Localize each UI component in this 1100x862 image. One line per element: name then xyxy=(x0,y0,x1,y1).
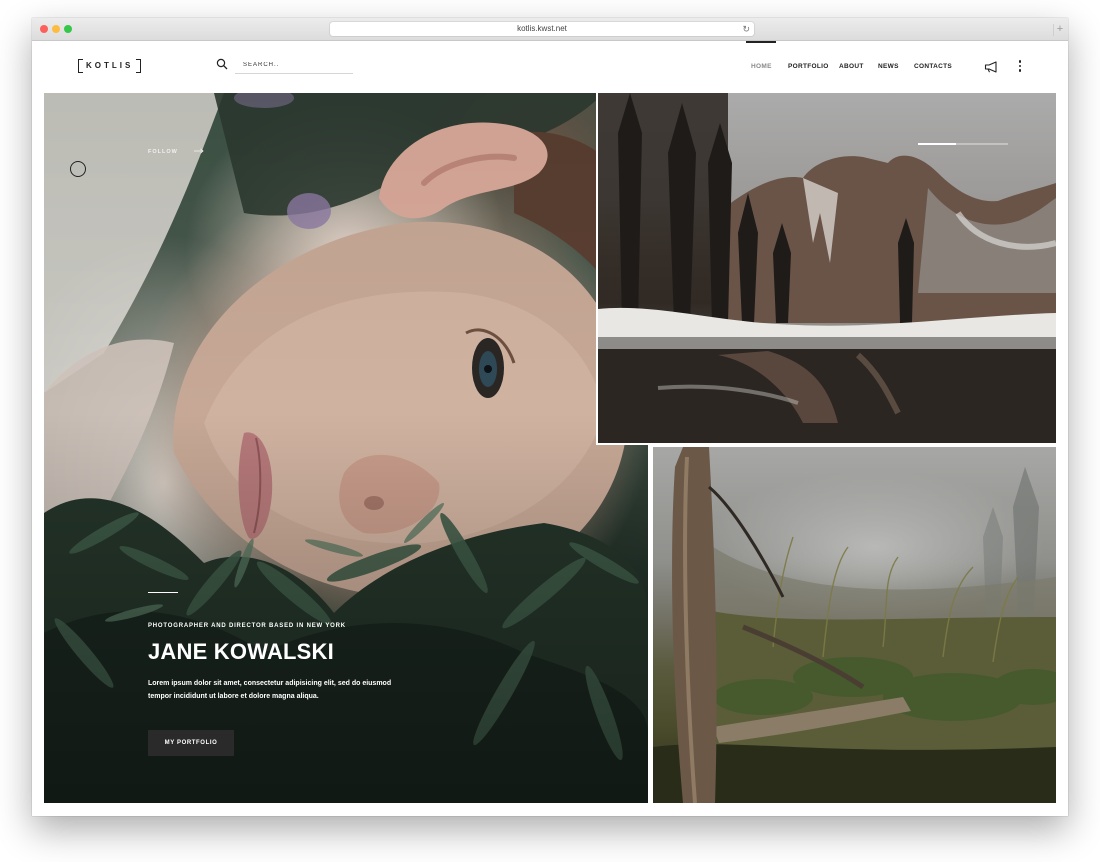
browser-window: kotlis.kwst.net ↻ + KOTLIS HOME PORTFOLI… xyxy=(32,18,1068,816)
new-tab-button[interactable]: + xyxy=(1053,24,1066,36)
portfolio-tile-forest[interactable] xyxy=(651,447,1056,803)
hero-title: JANE KOWALSKI xyxy=(148,639,334,664)
site-logo[interactable]: KOTLIS xyxy=(78,59,142,73)
address-bar[interactable]: kotlis.kwst.net ↻ xyxy=(330,22,754,36)
megaphone-icon[interactable] xyxy=(984,61,1000,73)
browser-titlebar: kotlis.kwst.net ↻ + xyxy=(32,18,1068,41)
circle-cursor-icon xyxy=(70,161,86,177)
slider-progress[interactable] xyxy=(918,143,1008,145)
my-portfolio-button[interactable]: MY PORTFOLIO xyxy=(148,730,234,756)
portfolio-tile-mountain[interactable] xyxy=(596,93,1056,445)
more-vertical-icon[interactable] xyxy=(1018,60,1022,74)
nav-item-news[interactable]: NEWS xyxy=(878,63,899,70)
hero-banner: FOLLOW PHOTOGRAPHER AND DIRECTOR BASED I… xyxy=(44,93,648,803)
nav-item-portfolio[interactable]: PORTFOLIO xyxy=(788,63,829,70)
minimize-window-button[interactable] xyxy=(52,25,60,33)
nav-item-contacts[interactable]: CONTACTS xyxy=(914,63,952,70)
reload-icon[interactable]: ↻ xyxy=(742,22,750,36)
nav-active-indicator xyxy=(746,41,776,43)
site-header: KOTLIS HOME PORTFOLIO ABOUT NEWS CONTACT… xyxy=(32,41,1068,93)
maximize-window-button[interactable] xyxy=(64,25,72,33)
foggy-forest-image xyxy=(653,447,1056,803)
hero-description: Lorem ipsum dolor sit amet, consectetur … xyxy=(148,680,392,700)
hero-divider xyxy=(148,592,178,593)
arrow-right-icon[interactable] xyxy=(194,148,204,154)
address-bar-url: kotlis.kwst.net xyxy=(517,24,567,33)
hero-subtitle: PHOTOGRAPHER AND DIRECTOR BASED IN NEW Y… xyxy=(148,623,346,629)
search-icon[interactable] xyxy=(216,58,228,70)
nav-item-about[interactable]: ABOUT xyxy=(839,63,864,70)
close-window-button[interactable] xyxy=(40,25,48,33)
search-input[interactable] xyxy=(235,57,353,74)
nav-item-home[interactable]: HOME xyxy=(751,63,772,70)
follow-link[interactable]: FOLLOW xyxy=(148,149,178,155)
mountain-lake-image xyxy=(598,93,1056,443)
